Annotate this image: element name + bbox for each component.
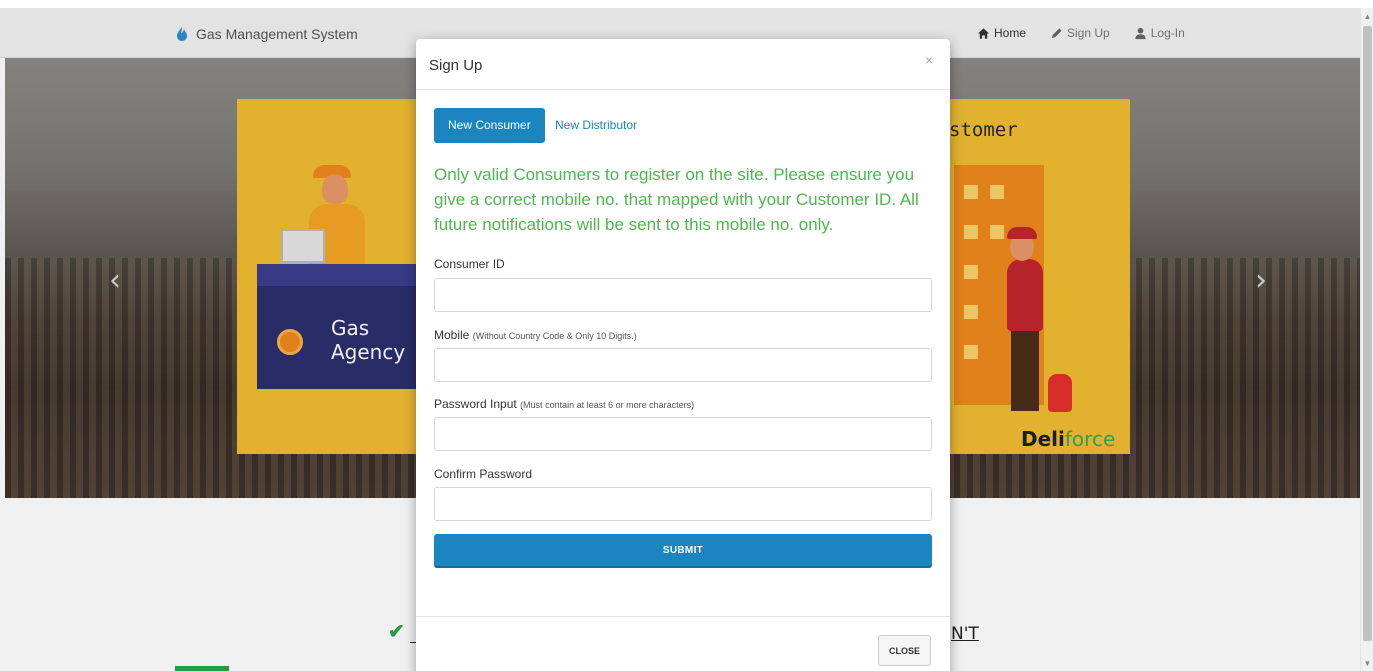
mobile-label-text: Mobile bbox=[434, 328, 470, 342]
password-input[interactable] bbox=[434, 417, 932, 451]
confirm-password-label-text: Confirm Password bbox=[434, 467, 533, 481]
password-label-text: Password Input bbox=[434, 397, 517, 411]
consumer-id-label: Consumer ID bbox=[434, 257, 505, 271]
password-label: Password Input (Must contain at least 6 … bbox=[434, 397, 694, 411]
modal-header: Sign Up × bbox=[416, 39, 950, 90]
tab-new-distributor[interactable]: New Distributor bbox=[541, 108, 651, 143]
confirm-password-label: Confirm Password bbox=[434, 467, 532, 481]
page: Gas Management System Home Sign Up Log-I… bbox=[0, 0, 1373, 671]
confirm-password-input[interactable] bbox=[434, 487, 932, 521]
password-hint: (Must contain at least 6 or more charact… bbox=[520, 400, 695, 410]
page-scrollbar[interactable]: ▲ ▼ bbox=[1360, 8, 1373, 671]
close-icon[interactable]: × bbox=[925, 52, 933, 68]
close-button[interactable]: CLOSE bbox=[878, 635, 931, 666]
modal-footer: CLOSE bbox=[416, 616, 950, 671]
top-strip bbox=[0, 0, 1373, 8]
mobile-input[interactable] bbox=[434, 348, 932, 382]
scroll-thumb[interactable] bbox=[1363, 26, 1372, 641]
mobile-hint: (Without Country Code & Only 10 Digits.) bbox=[472, 331, 637, 341]
consumer-id-label-text: Consumer ID bbox=[434, 257, 505, 271]
signup-modal: Sign Up × New Consumer New Distributor O… bbox=[416, 39, 950, 671]
submit-button[interactable]: SUBMIT bbox=[434, 534, 932, 566]
scroll-down-icon[interactable]: ▼ bbox=[1363, 659, 1372, 668]
mobile-label: Mobile (Without Country Code & Only 10 D… bbox=[434, 328, 637, 342]
scroll-up-icon[interactable]: ▲ bbox=[1363, 12, 1372, 21]
consumer-id-input[interactable] bbox=[434, 278, 932, 312]
registration-notice: Only valid Consumers to register on the … bbox=[434, 165, 919, 234]
modal-title: Sign Up bbox=[429, 57, 483, 74]
tab-new-consumer[interactable]: New Consumer bbox=[434, 108, 545, 143]
